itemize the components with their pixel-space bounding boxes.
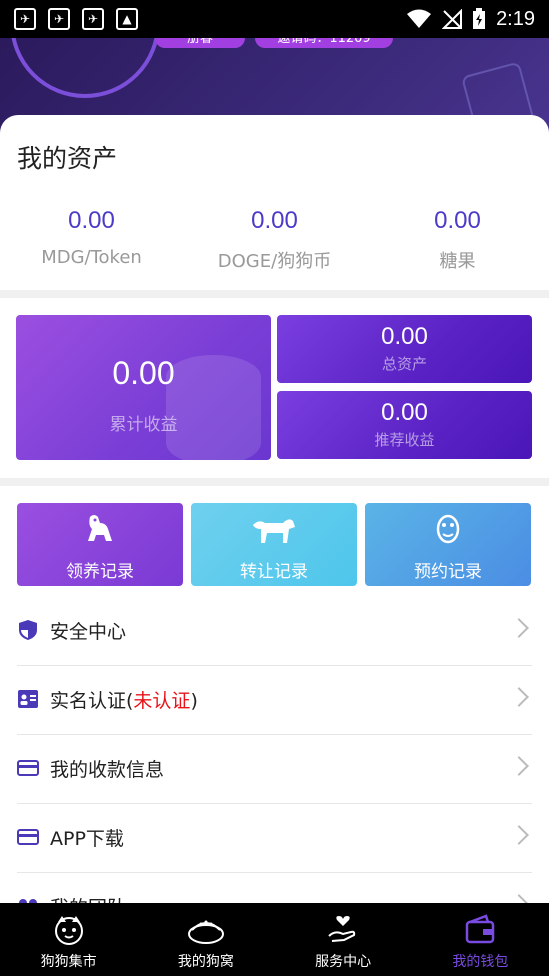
card-icon	[17, 760, 39, 776]
verification-suffix: )	[190, 690, 198, 712]
dog-walking-icon	[191, 511, 357, 556]
chevron-right-icon	[509, 687, 529, 707]
menu-item-label: 实名认证(未认证)	[50, 686, 198, 713]
asset-label: DOGE/狗狗币	[217, 251, 332, 272]
earnings-section: 0.00 累计收益 0.00 总资产 0.00 推荐收益	[0, 298, 549, 478]
tab-my-wallet[interactable]: 我的钱包	[412, 903, 549, 976]
notification-icon: ✈	[82, 8, 104, 30]
dog-face-icon	[0, 913, 137, 947]
adoption-record-button[interactable]: 领养记录	[17, 503, 183, 586]
asset-label: MDG/Token	[41, 247, 142, 268]
id-card-icon	[18, 690, 38, 708]
cumulative-earnings-card[interactable]: 0.00 累计收益	[16, 315, 271, 460]
asset-doge[interactable]: 0.00 DOGE/狗狗币	[183, 207, 366, 273]
tab-my-kennel[interactable]: 我的狗窝	[137, 903, 274, 976]
asset-candy[interactable]: 0.00 糖果	[366, 207, 549, 273]
signal-icon	[442, 9, 463, 29]
tab-label: 我的钱包	[452, 954, 509, 970]
menu-item-label: 我的收款信息	[50, 759, 165, 781]
bottom-tab-bar: 狗狗集市 我的狗窝 服务中心 我的钱包	[0, 903, 549, 976]
notification-icon: ✈	[48, 8, 70, 30]
pet-face-icon	[365, 511, 531, 556]
referral-earnings-value: 0.00	[381, 399, 428, 426]
shield-icon	[19, 620, 37, 640]
menu-item-app-download[interactable]: APP下载	[17, 804, 532, 873]
total-assets-label: 总资产	[381, 355, 427, 373]
chevron-right-icon	[509, 756, 529, 776]
asset-mdg[interactable]: 0.00 MDG/Token	[0, 207, 183, 273]
status-right: 2:19	[406, 8, 535, 31]
menu-item-label: 安全中心	[50, 621, 127, 643]
status-bar: ✈ ✈ ✈ ▲ 2:19	[0, 0, 549, 38]
kennel-icon	[137, 913, 274, 947]
wallet-icon	[412, 913, 549, 947]
chevron-right-icon	[509, 618, 529, 638]
reservation-record-button[interactable]: 预约记录	[365, 503, 531, 586]
total-assets-value: 0.00	[381, 323, 428, 350]
transfer-record-label: 转让记录	[240, 562, 308, 582]
app-root: ✈ ✈ ✈ ▲ 2:19 册春 邀请码：11209 我的资产 0.00 MDG/…	[0, 0, 549, 976]
reservation-record-label: 预约记录	[414, 562, 482, 582]
nickname-pill: 册春	[155, 38, 245, 48]
assets-columns: 0.00 MDG/Token 0.00 DOGE/狗狗币 0.00 糖果	[0, 207, 549, 273]
verification-status: 未认证	[133, 690, 191, 712]
assets-title: 我的资产	[17, 144, 118, 173]
battery-icon	[473, 8, 486, 29]
tab-dog-market[interactable]: 狗狗集市	[0, 903, 137, 976]
avatar-ring	[10, 38, 160, 98]
cumulative-earnings-label: 累计收益	[109, 415, 178, 435]
records-section: 领养记录 转让记录 预约记录	[0, 486, 549, 596]
tab-service-center[interactable]: 服务中心	[275, 903, 412, 976]
menu-item-security[interactable]: 安全中心	[17, 597, 532, 666]
clock: 2:19	[496, 7, 535, 30]
referral-earnings-label: 推荐收益	[374, 431, 435, 449]
asset-value: 0.00	[251, 207, 298, 234]
cumulative-earnings-value: 0.00	[112, 355, 175, 391]
dog-sitting-icon	[17, 511, 183, 556]
tab-label: 我的狗窝	[177, 954, 234, 970]
asset-value: 0.00	[68, 207, 115, 234]
menu-item-verification[interactable]: 实名认证(未认证)	[17, 666, 532, 735]
section-divider	[0, 290, 549, 298]
chevron-right-icon	[509, 825, 529, 845]
total-assets-card[interactable]: 0.00 总资产	[277, 315, 532, 383]
card-icon	[17, 829, 39, 845]
asset-value: 0.00	[434, 207, 481, 234]
invite-code-pill: 邀请码：11209	[255, 38, 393, 48]
adoption-record-label: 领养记录	[66, 562, 134, 582]
app-icon: ▲	[116, 8, 138, 30]
tab-label: 狗狗集市	[40, 954, 97, 970]
notification-icons: ✈ ✈ ✈ ▲	[14, 8, 138, 30]
notification-icon: ✈	[14, 8, 36, 30]
wifi-icon	[407, 9, 432, 28]
menu-item-payment-info[interactable]: 我的收款信息	[17, 735, 532, 804]
verification-label: 实名认证(	[50, 690, 134, 712]
transfer-record-button[interactable]: 转让记录	[191, 503, 357, 586]
tab-label: 服务中心	[315, 954, 372, 970]
asset-label: 糖果	[439, 251, 476, 272]
referral-earnings-card[interactable]: 0.00 推荐收益	[277, 391, 532, 459]
assets-card: 我的资产 0.00 MDG/Token 0.00 DOGE/狗狗币 0.00 糖…	[0, 115, 549, 290]
section-divider	[0, 478, 549, 486]
care-hand-icon	[275, 913, 412, 947]
menu-item-label: APP下载	[50, 828, 124, 850]
menu-list: 安全中心 实名认证(未认证) 我的收款信息 APP下载 我的团队	[0, 597, 549, 942]
